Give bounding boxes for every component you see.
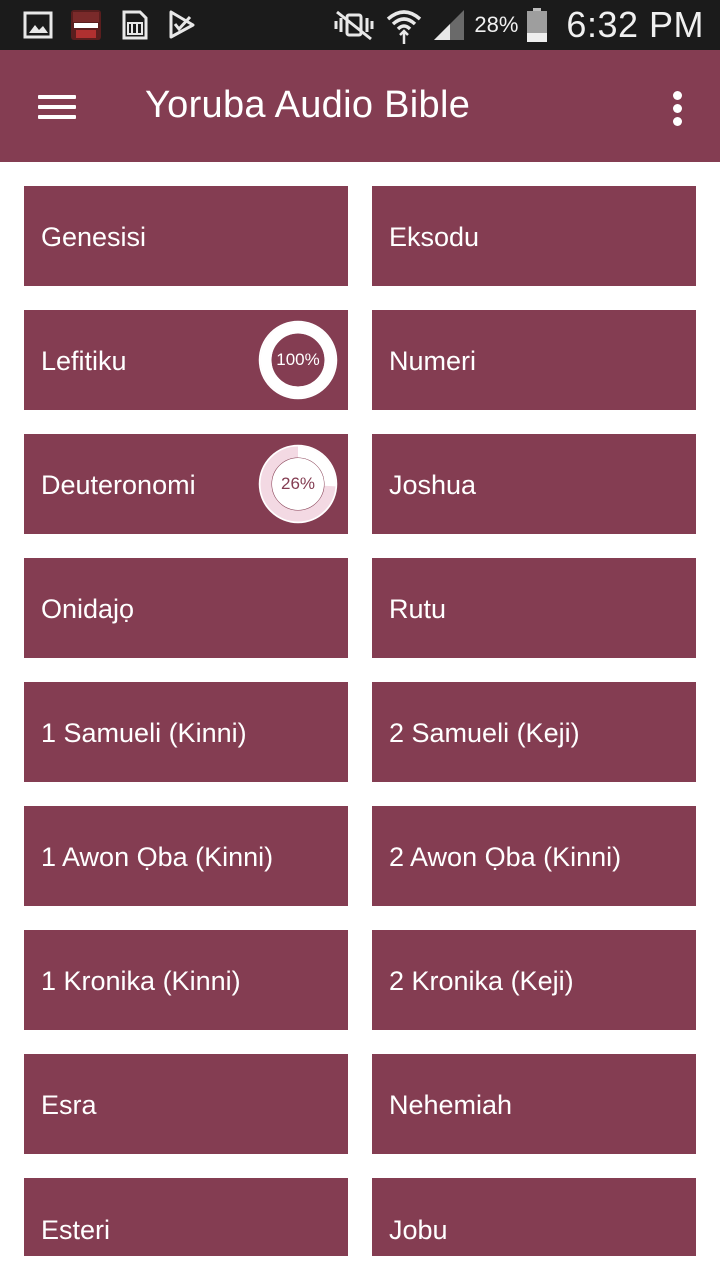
mute-vibrate-icon (334, 10, 374, 41)
hamburger-menu-icon[interactable] (22, 76, 90, 136)
book-title: Nehemiah (389, 1090, 513, 1120)
book-title: Genesisi (41, 222, 147, 252)
overflow-menu-icon[interactable] (658, 78, 698, 138)
book-title: Esteri (41, 1215, 111, 1245)
book-title: Jobu (389, 1215, 448, 1245)
book-tile[interactable]: 1 Samueli (Kinni) (24, 682, 348, 782)
book-title: 2 Samueli (Keji) (389, 718, 580, 748)
status-bar: 28% 6:32 PM (0, 0, 720, 50)
yoruba-app-icon (71, 10, 101, 40)
gallery-icon (23, 11, 53, 39)
book-title: Eksodu (389, 222, 480, 252)
book-tile[interactable]: Numeri (372, 310, 696, 410)
book-tile[interactable]: Deuteronomi 26% (24, 434, 348, 534)
book-tile[interactable]: Nehemiah (372, 1054, 696, 1154)
book-tile[interactable]: Genesisi (24, 186, 348, 286)
download-progress-ring: 100% (258, 320, 338, 400)
book-title: 1 Kronika (Kinni) (41, 966, 241, 996)
book-grid: Genesisi Eksodu Lefitiku 100% Numeri Deuteron… (24, 186, 696, 1256)
book-title: 1 Awon Ọba (Kinni) (41, 842, 274, 872)
book-title: Joshua (389, 470, 477, 500)
book-title: Lefitiku (41, 346, 127, 376)
book-title: Numeri (389, 346, 477, 376)
checkmark-download-icon (169, 10, 195, 39)
book-title: Deuteronomi (41, 470, 196, 500)
progress-percent: 100% (276, 350, 320, 369)
wifi-icon (387, 10, 422, 44)
book-title: 2 Kronika (Keji) (389, 966, 574, 996)
progress-percent: 26% (280, 474, 316, 493)
sim-card-icon (122, 10, 148, 40)
book-tile[interactable]: Eksodu (372, 186, 696, 286)
book-tile[interactable]: Jobu (372, 1178, 696, 1256)
battery-percent: 28% (474, 12, 519, 37)
book-title: Rutu (389, 594, 447, 624)
signal-icon (434, 10, 465, 40)
book-tile[interactable]: 2 Awon Ọba (Kinni) (372, 806, 696, 906)
clock: 6:32 PM (566, 4, 704, 45)
download-progress-ring: 26% (258, 444, 338, 524)
book-tile[interactable]: 2 Samueli (Keji) (372, 682, 696, 782)
book-title: 1 Samueli (Kinni) (41, 718, 247, 748)
book-tile[interactable]: Rutu (372, 558, 696, 658)
book-tile[interactable]: 2 Kronika (Keji) (372, 930, 696, 1030)
book-tile[interactable]: Onidajọ (24, 558, 348, 658)
book-title: Esra (41, 1090, 97, 1120)
book-title: 2 Awon Ọba (Kinni) (389, 842, 622, 872)
app-title: Yoruba Audio Bible (145, 84, 471, 126)
book-tile[interactable]: Esra (24, 1054, 348, 1154)
book-tile[interactable]: 1 Awon Ọba (Kinni) (24, 806, 348, 906)
book-tile[interactable]: Esteri (24, 1178, 348, 1256)
book-tile[interactable]: 1 Kronika (Kinni) (24, 930, 348, 1030)
book-title: Onidajọ (41, 594, 135, 624)
book-tile[interactable]: Joshua (372, 434, 696, 534)
book-tile[interactable]: Lefitiku 100% (24, 310, 348, 410)
app-bar: Yoruba Audio Bible (0, 50, 720, 162)
battery-icon (527, 8, 548, 42)
